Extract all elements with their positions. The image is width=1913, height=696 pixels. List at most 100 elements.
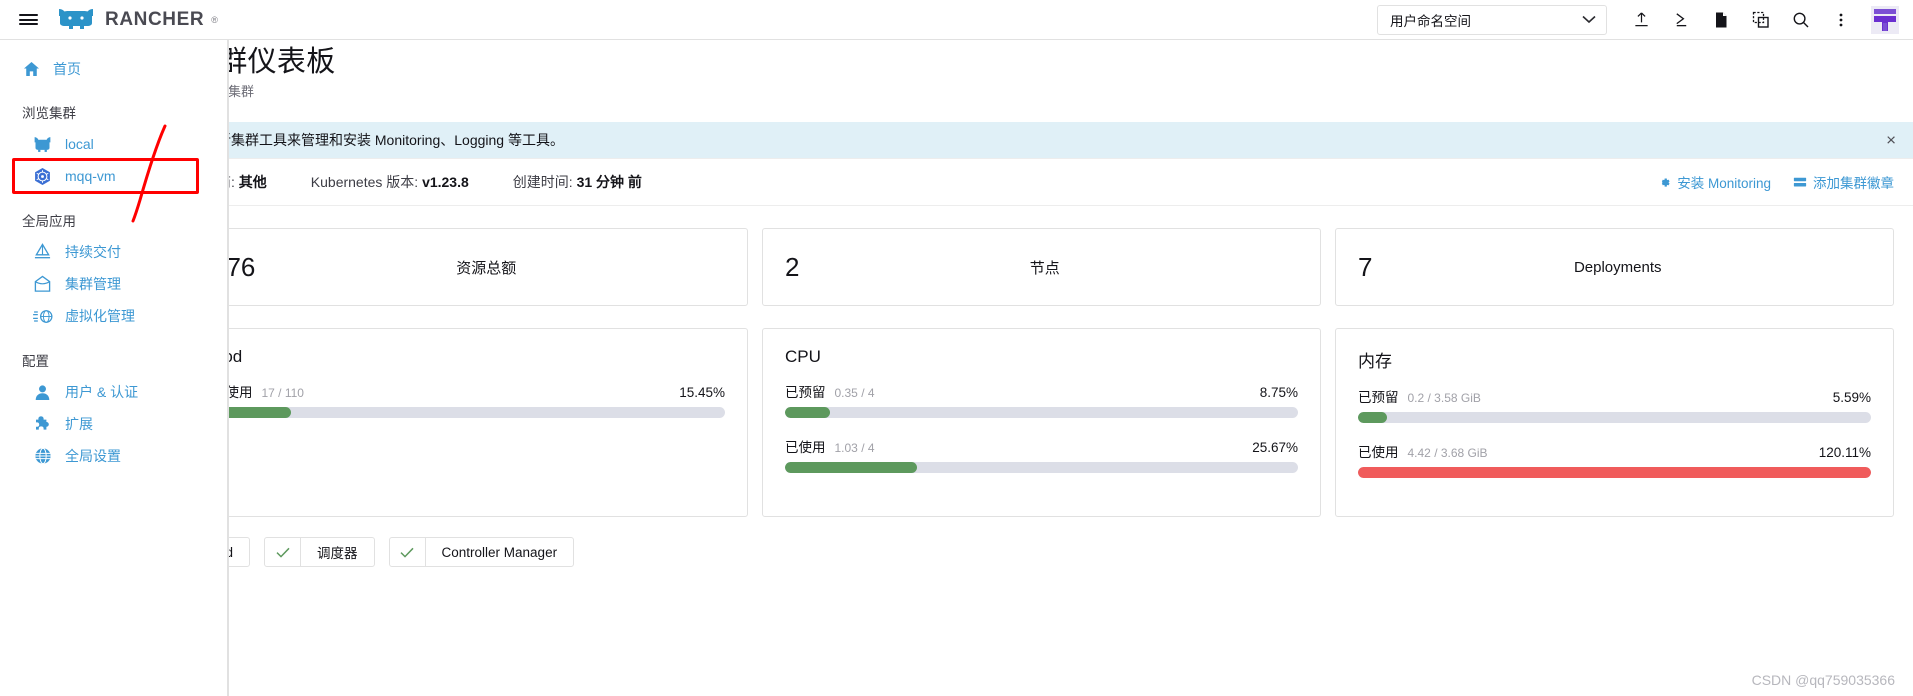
gauge-card-cpu: CPU 已预留 0.35 / 4 8.75% 已使用 1.03 / 4 25.6…	[762, 328, 1321, 518]
top-header-bar: RANCHER ® 用户命名空间	[0, 0, 1913, 40]
main-content-inner: 集群仪表板 虚拟机集群 使用新集群工具来管理和安装 Monitoring、Log…	[228, 0, 1913, 568]
check-icon	[265, 538, 302, 567]
sidebar-item-extensions[interactable]: 扩展	[0, 408, 227, 440]
component-status-scheduler[interactable]: 调度器	[264, 537, 375, 568]
import-yaml-icon[interactable]	[1621, 0, 1661, 40]
count-label: 节点	[1029, 259, 1060, 277]
sidebar-item-virtualization-management[interactable]: 虚拟化管理	[0, 300, 227, 332]
component-status-controller-manager[interactable]: Controller Manager	[388, 537, 575, 568]
gear-icon	[1658, 176, 1671, 189]
copy-kubeconfig-icon[interactable]	[1741, 0, 1781, 40]
sidebar-group-title-global-apps: 全局应用	[22, 214, 76, 229]
page-title: 集群仪表板	[229, 46, 336, 78]
left-sidebar: 首页 浏览集群 local mqq-vm 全局应用 持续交付 集群管理 虚拟化管…	[0, 40, 228, 696]
gauge-title: 内存	[1358, 352, 1392, 372]
trademark-symbol: ®	[211, 14, 218, 25]
watermark: CSDN @qq759035366	[1751, 672, 1895, 688]
gauge-cards-row: Pod 已使用 17 / 110 15.45% CPU 已预留 0.35 / 4	[229, 306, 1913, 518]
count-card-resources[interactable]: 676 资源总额	[228, 228, 748, 307]
meta-k8s-version-value: v1.23.8	[422, 174, 469, 191]
count-value: 2	[785, 251, 800, 282]
progress-fill	[785, 462, 917, 474]
progress-fill	[1358, 412, 1387, 424]
count-label: Deployments	[1573, 258, 1662, 276]
gauge-row-header: 已使用 4.42 / 3.68 GiB 120.11%	[1358, 441, 1871, 461]
sidebar-group-title-browse-clusters: 浏览集群	[22, 106, 76, 121]
close-icon[interactable]: ×	[1886, 132, 1896, 149]
rancher-cow-icon	[32, 136, 53, 153]
install-monitoring-label: 安装 Monitoring	[1677, 176, 1771, 192]
sidebar-group-title-configuration: 配置	[22, 354, 49, 369]
progress-fill	[785, 407, 830, 419]
hamburger-line	[18, 22, 38, 25]
globe-icon	[32, 447, 53, 465]
sidebar-item-mqq-vm[interactable]: mqq-vm	[0, 158, 227, 194]
add-cluster-badge-label: 添加集群徽章	[1813, 176, 1894, 192]
namespace-select[interactable]: 用户命名空间	[1377, 4, 1607, 35]
sidebar-item-label: 扩展	[65, 416, 93, 432]
page-subtitle: 虚拟机集群	[228, 84, 255, 100]
kubectl-shell-icon[interactable]	[1661, 0, 1701, 40]
avatar[interactable]	[1871, 5, 1899, 34]
topbar-icon-group	[1621, 0, 1913, 40]
gauge-title: CPU	[785, 347, 821, 367]
gauge-row-percent: 25.67%	[1252, 440, 1298, 456]
install-monitoring-link[interactable]: 安装 Monitoring	[1658, 172, 1771, 192]
check-icon	[390, 538, 426, 567]
gauge-title: Pod	[229, 347, 243, 367]
gauge-row-header: 已使用 17 / 110 15.45%	[229, 381, 725, 401]
gauge-row-header: 已使用 1.03 / 4 25.67%	[785, 436, 1298, 456]
sidebar-item-global-settings[interactable]: 全局设置	[0, 440, 227, 472]
count-value: 676	[228, 251, 256, 282]
gauge-row-detail: 4.42 / 3.68 GiB	[1407, 446, 1488, 461]
namespace-select-value: 用户命名空间	[1390, 13, 1471, 29]
hamburger-menu-icon[interactable]	[0, 0, 56, 40]
component-label: Etcd	[229, 538, 249, 566]
gauge-row-detail: 0.35 / 4	[834, 386, 875, 401]
gauge-row-percent: 8.75%	[1259, 385, 1298, 401]
sidebar-item-home[interactable]: 首页	[0, 54, 227, 84]
search-icon[interactable]	[1781, 0, 1821, 40]
meta-provider-value: 其他	[238, 174, 267, 191]
progress-fill	[229, 407, 292, 419]
gauge-row-name: 已预留	[1358, 390, 1399, 406]
gauge-row-header: 已预留 0.2 / 3.58 GiB 5.59%	[1358, 386, 1871, 406]
gauge-row-detail: 1.03 / 4	[834, 441, 875, 456]
meta-created: 创建时间: 31 分钟 前	[513, 172, 642, 192]
badge-icon	[1793, 176, 1807, 189]
sidebar-item-label: 首页	[53, 61, 81, 77]
add-cluster-badge-link[interactable]: 添加集群徽章	[1793, 172, 1894, 192]
gauge-row-name: 已使用	[785, 440, 826, 456]
info-banner: 使用新集群工具来管理和安装 Monitoring、Logging 等工具。 ×	[229, 122, 1913, 159]
count-value: 7	[1358, 251, 1373, 282]
rancher-cow-logo-icon	[56, 7, 98, 32]
meta-created-label: 创建时间:	[512, 174, 573, 191]
count-card-deployments[interactable]: 7 Deployments	[1335, 228, 1894, 307]
sidebar-item-users-and-auth[interactable]: 用户 & 认证	[0, 376, 227, 408]
docs-icon[interactable]	[1701, 0, 1741, 40]
meta-provider: 提供商: 其他	[229, 172, 267, 192]
gauge-row-detail: 17 / 110	[261, 386, 304, 401]
rancher-wordmark: RANCHER	[105, 8, 205, 30]
progress-track	[785, 407, 1298, 419]
component-status-row: Etcd 调度器 Controlle	[229, 517, 1913, 568]
progress-fill	[1358, 467, 1871, 479]
component-status-etcd[interactable]: Etcd	[229, 537, 251, 568]
gauge-card-memory: 内存 已预留 0.2 / 3.58 GiB 5.59% 已使用 4.42 / 3…	[1335, 328, 1894, 518]
meta-created-value: 31 分钟 前	[576, 174, 642, 191]
gauge-row-header: 已预留 0.35 / 4 8.75%	[785, 381, 1298, 401]
sidebar-item-continuous-delivery[interactable]: 持续交付	[0, 236, 227, 268]
more-options-icon[interactable]	[1821, 0, 1861, 40]
count-card-nodes[interactable]: 2 节点	[762, 228, 1321, 307]
count-cards-row: 676 资源总额 2 节点 7 Deployments	[228, 206, 1913, 307]
rancher-logo[interactable]: RANCHER ®	[56, 7, 218, 32]
sidebar-item-local[interactable]: local	[0, 128, 227, 160]
hamburger-line	[18, 14, 38, 17]
info-banner-text: 使用新集群工具来管理和安装 Monitoring、Logging 等工具。	[229, 132, 564, 149]
gauge-row-percent: 5.59%	[1832, 390, 1871, 406]
component-label: 调度器	[317, 546, 358, 562]
chevron-down-icon	[1582, 12, 1596, 27]
sidebar-item-cluster-management[interactable]: 集群管理	[0, 268, 227, 300]
gauge-row-detail: 0.2 / 3.58 GiB	[1407, 391, 1481, 406]
cluster-meta-row: 提供商: 其他 Kubernetes 版本: v1.23.8 创建时间: 31 …	[229, 158, 1913, 207]
